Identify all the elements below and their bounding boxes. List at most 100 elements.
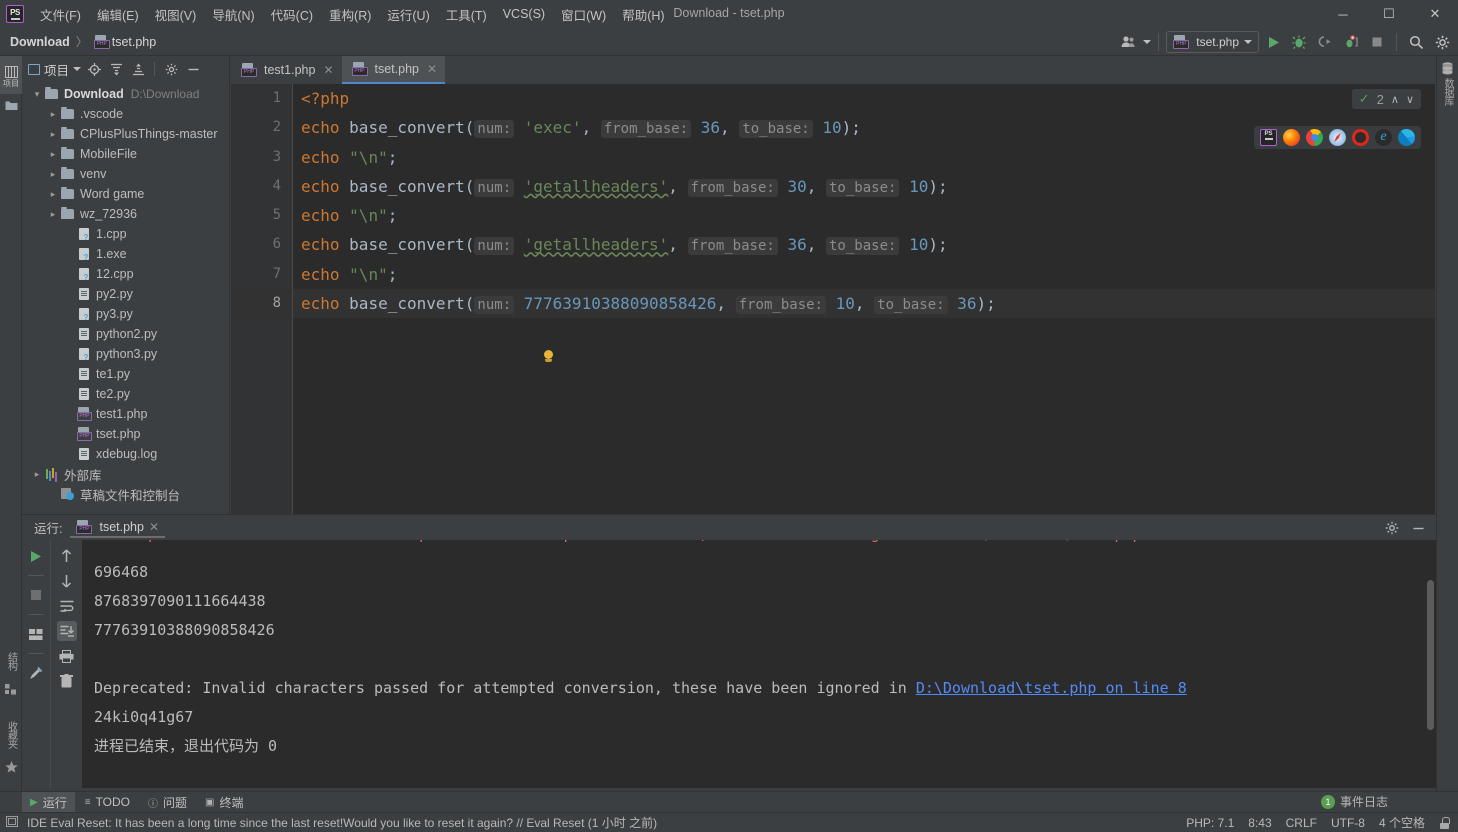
rail-favorites-icon-wrap[interactable] <box>0 761 22 773</box>
line-number[interactable]: 6 <box>231 230 292 259</box>
close-button[interactable]: ✕ <box>1412 0 1458 28</box>
console-scrollbar[interactable] <box>1427 580 1434 730</box>
run-window-hide-button[interactable] <box>1408 518 1428 538</box>
run-window-settings-gear-icon[interactable] <box>1382 518 1402 538</box>
tree-node-arrow-icon[interactable] <box>30 469 44 480</box>
code-line[interactable]: echo "\n"; <box>293 201 1435 230</box>
soft-wrap-button[interactable] <box>57 596 77 616</box>
run-configuration-selector[interactable]: tset.php <box>1166 31 1259 53</box>
bottom-tab[interactable]: ⓘ 问题 <box>140 792 195 813</box>
tree-node[interactable]: test1.php <box>22 404 229 424</box>
rail-favorites-button[interactable]: 收藏夹 <box>0 718 22 751</box>
tree-node[interactable]: 草稿文件和控制台 <box>22 484 229 504</box>
clear-all-button[interactable] <box>57 671 77 691</box>
bottom-tab[interactable]: ▶ 运行 <box>22 791 75 813</box>
inspection-widget[interactable]: ✓ 2 ∧ ∨ <box>1351 89 1421 109</box>
tree-node-arrow-icon[interactable] <box>46 209 60 220</box>
line-number[interactable]: 8 <box>231 289 292 319</box>
browser-edge-icon[interactable] <box>1398 129 1415 146</box>
code-line[interactable]: echo "\n"; <box>293 260 1435 289</box>
breadcrumb-file[interactable]: tset.php <box>112 35 156 49</box>
tree-node[interactable]: CPlusPlusThings-master <box>22 124 229 144</box>
tree-node-arrow-icon[interactable] <box>46 189 60 200</box>
tree-node-arrow-icon[interactable] <box>46 169 60 180</box>
editor-tab-tset-php[interactable]: tset.php ✕ <box>341 56 446 84</box>
status-indent[interactable]: 4 个空格 <box>1379 814 1425 831</box>
browser-firefox-icon[interactable] <box>1283 129 1300 146</box>
stop-button[interactable] <box>1365 30 1389 54</box>
menu-item-refactor[interactable]: 重构(R) <box>321 2 379 27</box>
tab-close-icon-1[interactable]: ✕ <box>323 63 333 77</box>
tree-node[interactable]: python3.py <box>22 344 229 364</box>
menu-item-tools[interactable]: 工具(T) <box>438 2 495 27</box>
editor-tab-test1-php[interactable]: test1.php ✕ <box>231 56 342 84</box>
maximize-button[interactable]: ☐ <box>1366 0 1412 28</box>
menu-item-code[interactable]: 代码(C) <box>263 2 321 27</box>
run-with-coverage-button[interactable] <box>1313 30 1337 54</box>
line-number[interactable]: 5 <box>231 201 292 230</box>
hide-panel-button[interactable] <box>184 59 202 79</box>
menu-item-run[interactable]: 运行(U) <box>379 2 437 27</box>
browser-internet-explorer-icon[interactable]: e <box>1375 129 1392 146</box>
expand-all-button[interactable] <box>107 59 125 79</box>
line-number[interactable]: 7 <box>231 260 292 289</box>
code-line[interactable]: echo base_convert(num: 'getallheaders', … <box>293 172 1435 201</box>
rail-structure-icon-wrap[interactable] <box>0 684 22 695</box>
intention-bulb-icon[interactable] <box>542 350 555 366</box>
status-memory-icon[interactable] <box>6 815 19 831</box>
project-tree[interactable]: Download D:\Download .vscode CPlusPlusThing… <box>22 82 229 512</box>
breadcrumb-project[interactable]: Download <box>10 35 70 49</box>
scroll-to-end-button[interactable] <box>56 621 77 641</box>
tree-node[interactable]: 1.exe <box>22 244 229 264</box>
run-tab-close-icon[interactable]: ✕ <box>149 520 159 534</box>
event-log-button[interactable]: 1 事件日志 <box>1320 793 1388 810</box>
console-file-link[interactable]: D:\Download\tset.php on line 8 <box>916 679 1187 697</box>
status-line-separator[interactable]: CRLF <box>1286 816 1317 830</box>
tree-node[interactable]: py2.py <box>22 284 229 304</box>
tree-node[interactable]: venv <box>22 164 229 184</box>
tree-node[interactable]: te1.py <box>22 364 229 384</box>
tree-node[interactable]: wz_72936 <box>22 204 229 224</box>
status-encoding[interactable]: UTF-8 <box>1331 816 1365 830</box>
tree-node[interactable]: 外部库 <box>22 464 229 484</box>
tree-node[interactable]: Download D:\Download <box>22 84 229 104</box>
code-line[interactable]: echo base_convert(num: 77763910388090858… <box>293 289 1435 319</box>
menu-item-edit[interactable]: 编辑(E) <box>89 2 147 27</box>
line-number[interactable]: 2 <box>231 113 292 142</box>
tab-close-icon-2[interactable]: ✕ <box>427 62 437 76</box>
profile-button[interactable] <box>1339 30 1363 54</box>
line-number[interactable]: 4 <box>231 172 292 201</box>
run-session-tab[interactable]: tset.php ✕ <box>70 518 166 538</box>
tree-node-arrow-icon[interactable] <box>30 89 44 100</box>
browser-chrome-icon[interactable] <box>1306 129 1323 146</box>
menu-item-navigate[interactable]: 导航(N) <box>204 2 262 27</box>
collapse-all-button[interactable] <box>129 59 147 79</box>
menu-item-view[interactable]: 视图(V) <box>147 2 205 27</box>
tree-node[interactable]: tset.php <box>22 424 229 444</box>
browser-phpstorm-icon[interactable]: PS <box>1260 129 1277 146</box>
rail-database-button[interactable]: 数据库 <box>1440 62 1455 108</box>
code-line[interactable]: <?php <box>293 84 1435 113</box>
scroll-up-button[interactable] <box>57 546 77 566</box>
menu-item-help[interactable]: 帮助(H) <box>614 2 672 27</box>
debug-button[interactable] <box>1287 30 1311 54</box>
readonly-lock-icon[interactable] <box>1439 816 1450 829</box>
restore-layout-button[interactable] <box>26 624 46 644</box>
minimize-button[interactable]: ─ <box>1320 0 1366 28</box>
rail-structure-button[interactable]: 结构 <box>0 649 22 673</box>
tree-node-arrow-icon[interactable] <box>46 129 60 140</box>
tree-node[interactable]: Word game <box>22 184 229 204</box>
rerun-button[interactable] <box>26 546 46 566</box>
inspection-prev-icon[interactable]: ∧ <box>1391 93 1399 106</box>
code-line[interactable]: echo base_convert(num: 'getallheaders', … <box>293 230 1435 259</box>
tree-node-arrow-icon[interactable] <box>46 149 60 160</box>
rail-project-button[interactable]: 项目 <box>0 56 22 94</box>
tree-node[interactable]: python2.py <box>22 324 229 344</box>
run-console-output[interactable]: PHP Deprecated: Invalid characters passe… <box>82 540 1436 788</box>
search-icon[interactable] <box>1404 30 1428 54</box>
editor-gutter[interactable]: 12345678 <box>231 84 293 514</box>
tree-node[interactable]: 1.cpp <box>22 224 229 244</box>
tree-node[interactable]: MobileFile <box>22 144 229 164</box>
menu-item-file[interactable]: 文件(F) <box>32 2 89 27</box>
scroll-down-button[interactable] <box>57 571 77 591</box>
